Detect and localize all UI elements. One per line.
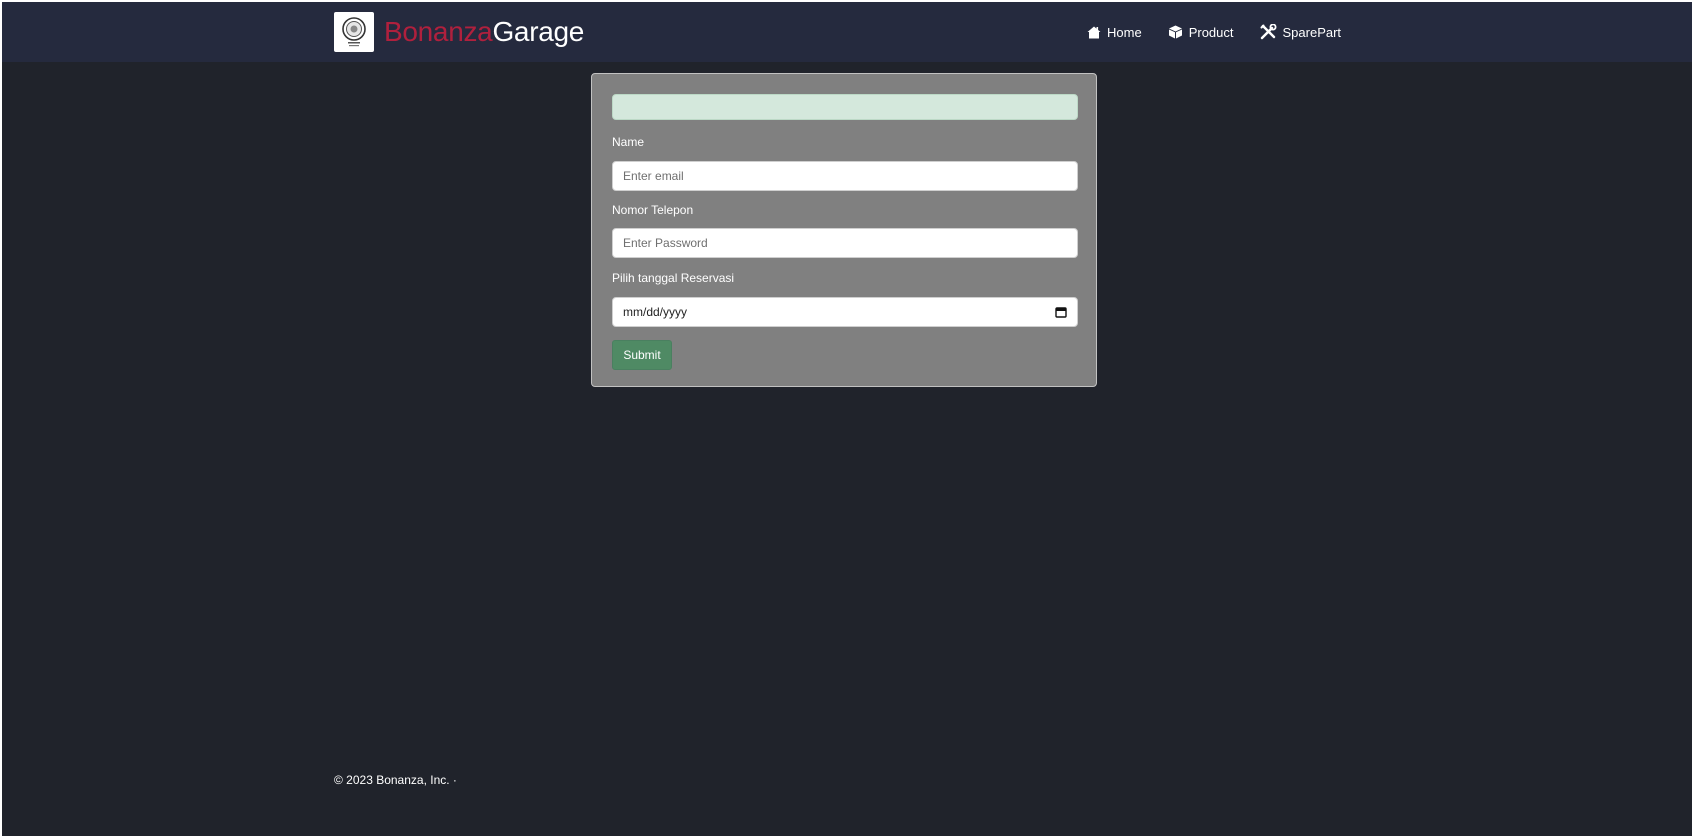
- reservation-form: Name Nomor Telepon Pilih tanggal Reserva…: [591, 73, 1097, 387]
- alert-bar: [612, 94, 1078, 120]
- brand-name-part1: Bonanza: [384, 16, 493, 47]
- name-input[interactable]: [612, 161, 1078, 191]
- nav-item-label: SparePart: [1282, 24, 1342, 40]
- brand[interactable]: BonanzaGarage: [334, 12, 584, 52]
- submit-button[interactable]: Submit: [612, 340, 672, 370]
- nav-item-label: Product: [1188, 24, 1234, 40]
- phone-label: Nomor Telepon: [612, 203, 694, 217]
- nav-links: Home Product SparePart: [1087, 20, 1367, 44]
- date-placeholder: mm/dd/yyyy: [623, 305, 688, 319]
- box-icon: [1168, 25, 1182, 39]
- app-window: BonanzaGarage Home Product SparePart Nam…: [2, 2, 1692, 836]
- name-label: Name: [612, 135, 645, 149]
- footer-copyright: © 2023 Bonanza, Inc. ·: [334, 773, 457, 787]
- phone-input[interactable]: [612, 228, 1078, 258]
- calendar-icon[interactable]: [1055, 306, 1067, 318]
- nav-item-sparepart[interactable]: SparePart: [1260, 20, 1342, 44]
- tools-icon: [1260, 24, 1276, 40]
- reservation-date-input[interactable]: mm/dd/yyyy: [612, 297, 1078, 327]
- date-label: Pilih tanggal Reservasi: [612, 271, 735, 285]
- garage-seal-logo-icon: [334, 12, 374, 52]
- nav-item-product[interactable]: Product: [1168, 20, 1234, 44]
- home-icon: [1087, 26, 1101, 38]
- navbar: BonanzaGarage Home Product SparePart: [2, 2, 1692, 62]
- nav-item-label: Home: [1107, 24, 1142, 40]
- nav-item-home[interactable]: Home: [1087, 20, 1142, 44]
- brand-name-part2: Garage: [492, 16, 585, 47]
